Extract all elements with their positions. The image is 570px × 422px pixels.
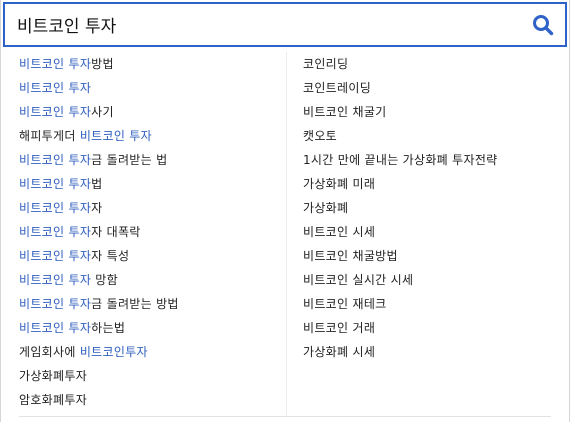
- related-suggestion-item[interactable]: 비트코인 채굴기: [287, 100, 569, 124]
- related-suggestion-item[interactable]: 캣오토: [287, 124, 569, 148]
- suggestion-item[interactable]: 비트코인 투자: [1, 76, 286, 100]
- suggestion-match-text: 비트코인 투자: [19, 201, 92, 215]
- suggestion-text: 금 돌려받는 법: [91, 153, 168, 167]
- suggestion-text: 해피투게더: [19, 129, 80, 143]
- suggestion-match-text: 비트코인 투자: [19, 105, 92, 119]
- suggestion-match-text: 비트코인 투자: [19, 249, 92, 263]
- suggestion-item[interactable]: 비트코인 투자자: [1, 196, 286, 220]
- suggestion-match-text: 비트코인 투자: [19, 225, 92, 239]
- related-suggestion-item[interactable]: 가상화폐: [287, 196, 569, 220]
- suggestion-text: 자 대폭락: [91, 225, 141, 239]
- suggestion-match-text: 비트코인 투자: [19, 57, 92, 71]
- suggestion-match-text: 비트코인 투자: [19, 297, 92, 311]
- suggestion-item[interactable]: 가상화폐투자: [1, 364, 286, 388]
- suggestion-text: 하는법: [91, 321, 126, 335]
- suggestion-item[interactable]: 비트코인 투자금 돌려받는 법: [1, 148, 286, 172]
- suggestion-match-text: 비트코인 투자: [19, 81, 92, 95]
- suggestion-columns: 비트코인 투자방법 비트코인 투자 비트코인 투자사기 해피투게더 비트코인 투자 비트…: [1, 52, 569, 416]
- suggestion-match-text: 비트코인 투자: [19, 321, 92, 335]
- related-suggestion-item[interactable]: 가상화폐 미래: [287, 172, 569, 196]
- suggestion-text: 자 특성: [91, 249, 130, 263]
- suggestion-text: 법: [91, 177, 103, 191]
- suggestion-match-text: 비트코인투자: [79, 345, 148, 359]
- suggestion-item[interactable]: 비트코인 투자법: [1, 172, 286, 196]
- related-suggestion-item[interactable]: 비트코인 실시간 시세: [287, 268, 569, 292]
- suggestion-text: 금 돌려받는 방법: [91, 297, 179, 311]
- search-icon: [533, 14, 554, 35]
- suggestion-item[interactable]: 비트코인 투자자 특성: [1, 244, 286, 268]
- suggestion-item[interactable]: 비트코인 투자하는법: [1, 316, 286, 340]
- related-suggestion-item[interactable]: 가상화폐 시세: [287, 340, 569, 364]
- suggestion-column-right: 코인리딩 코인트레이딩 비트코인 채굴기 캣오토 1시간 만에 끝내는 가상화폐 투자전…: [287, 52, 569, 416]
- search-box: [3, 2, 567, 47]
- divider: [19, 416, 551, 417]
- suggestion-text: 방법: [91, 57, 114, 71]
- suggestion-item[interactable]: 비트코인 투자사기: [1, 100, 286, 124]
- suggestion-text: 사기: [91, 105, 114, 119]
- suggestion-text: 망함: [91, 273, 118, 287]
- suggestion-item[interactable]: 비트코인 투자방법: [1, 52, 286, 76]
- suggestion-item[interactable]: 비트코인 투자금 돌려받는 방법: [1, 292, 286, 316]
- suggestion-column-left: 비트코인 투자방법 비트코인 투자 비트코인 투자사기 해피투게더 비트코인 투자 비트…: [1, 52, 287, 416]
- related-suggestion-item[interactable]: 비트코인 거래: [287, 316, 569, 340]
- related-suggestion-item[interactable]: 1시간 만에 끝내는 가상화폐 투자전략: [287, 148, 569, 172]
- related-suggestion-item[interactable]: 비트코인 시세: [287, 220, 569, 244]
- suggestion-item[interactable]: 해피투게더 비트코인 투자: [1, 124, 286, 148]
- related-suggestion-item[interactable]: 코인트레이딩: [287, 76, 569, 100]
- related-suggestion-item[interactable]: 코인리딩: [287, 52, 569, 76]
- suggestion-item[interactable]: 비트코인 투자 망함: [1, 268, 286, 292]
- suggestion-match-text: 비트코인 투자: [19, 177, 92, 191]
- suggestion-item[interactable]: 비트코인 투자자 대폭락: [1, 220, 286, 244]
- search-input[interactable]: [5, 4, 521, 45]
- suggestion-text: 암호화폐투자: [19, 393, 88, 407]
- suggestion-match-text: 비트코인 투자: [79, 129, 152, 143]
- suggestion-match-text: 비트코인 투자: [19, 273, 92, 287]
- suggestion-text: 가상화폐투자: [19, 369, 88, 383]
- related-suggestion-item[interactable]: 비트코인 재테크: [287, 292, 569, 316]
- autocomplete-panel: 비트코인 투자방법비트코인 투자비트코인 투자사기해피투게더 비트코인 투자비트…: [0, 0, 570, 422]
- search-button[interactable]: [521, 4, 565, 45]
- suggestion-item[interactable]: 게임회사에 비트코인투자: [1, 340, 286, 364]
- related-suggestion-item[interactable]: 비트코인 채굴방법: [287, 244, 569, 268]
- suggestion-item[interactable]: 암호화폐투자: [1, 388, 286, 412]
- suggestion-text: 게임회사에: [19, 345, 80, 359]
- suggestion-match-text: 비트코인 투자: [19, 153, 92, 167]
- suggestion-text: 자: [91, 201, 103, 215]
